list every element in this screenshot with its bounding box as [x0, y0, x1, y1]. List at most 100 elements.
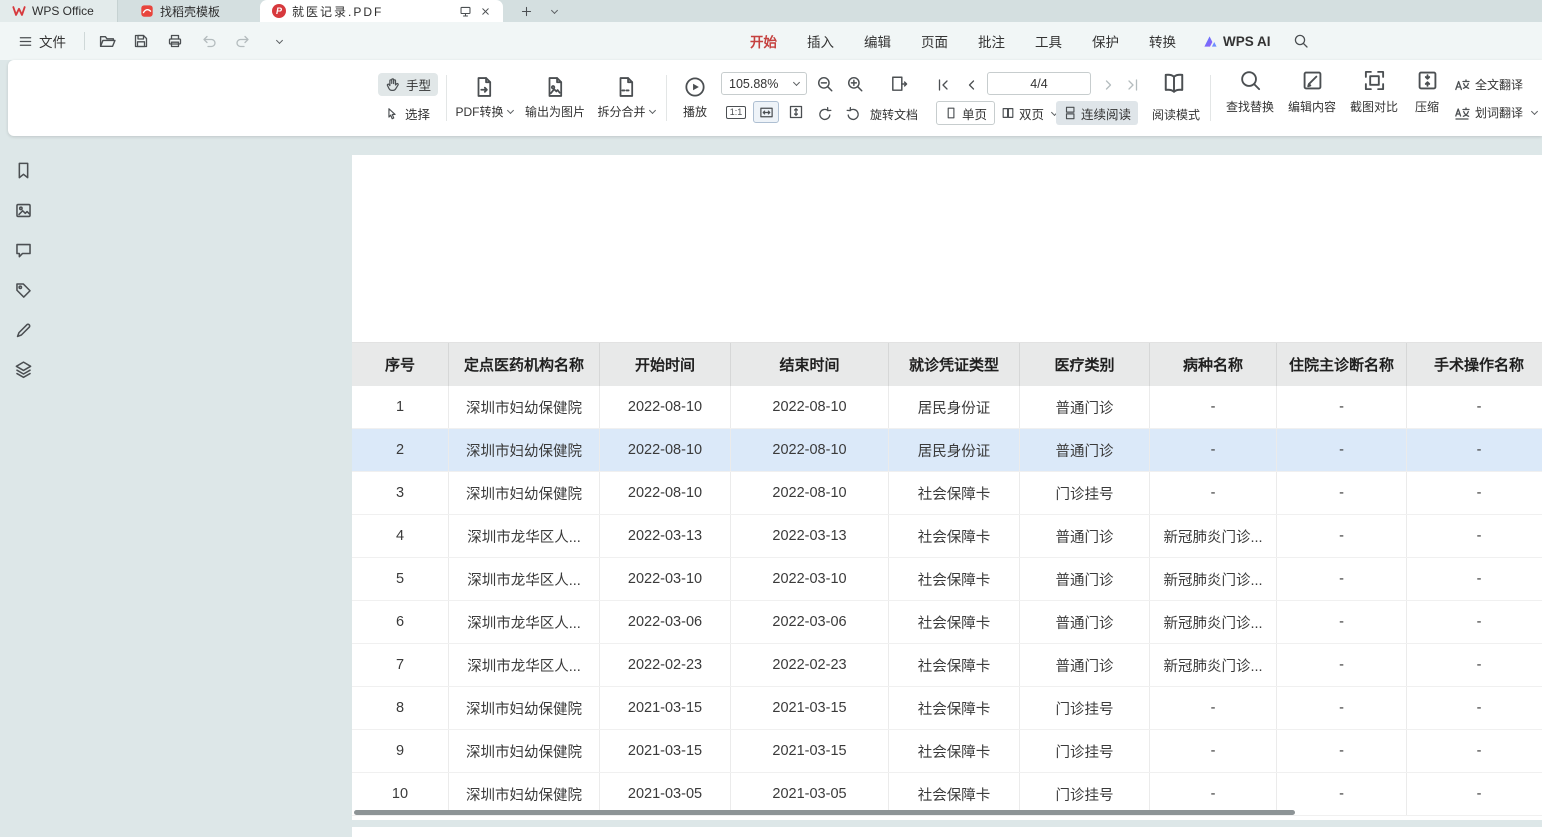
double-page-button[interactable]: 双页 [994, 101, 1064, 125]
table-cell: 普通门诊 [1020, 515, 1150, 557]
table-cell: 新冠肺炎门诊... [1150, 515, 1277, 557]
page-extract-button[interactable] [888, 73, 910, 95]
rotate-doc-label[interactable]: 旋转文档 [870, 106, 918, 123]
table-cell: 深圳市龙华区人... [449, 515, 600, 557]
table-row[interactable]: 3深圳市妇幼保健院2022-08-102022-08-10社会保障卡门诊挂号--… [352, 472, 1542, 515]
read-mode-label[interactable]: 阅读模式 [1148, 106, 1204, 123]
word-translate-button[interactable]: 划词翻译 [1454, 104, 1537, 121]
previous-page-button[interactable] [961, 74, 983, 96]
menu-tab[interactable]: 编辑 [849, 26, 906, 56]
table-row[interactable]: 1深圳市妇幼保健院2022-08-102022-08-10居民身份证普通门诊--… [352, 386, 1542, 429]
fit-width-button[interactable] [753, 101, 779, 123]
wps-ai-label: WPS AI [1223, 34, 1271, 49]
tab-document-label: 就医记录.PDF [292, 3, 383, 20]
comment-panel-button[interactable] [14, 241, 34, 261]
table-cell: 深圳市妇幼保健院 [449, 472, 600, 514]
tab-docer[interactable]: 找稻壳模板 [128, 0, 254, 22]
table-row[interactable]: 6深圳市龙华区人...2022-03-062022-03-06社会保障卡普通门诊… [352, 601, 1542, 644]
monitor-icon[interactable] [459, 5, 472, 18]
tab-list-button[interactable] [541, 0, 563, 22]
rotate-right-button[interactable] [842, 103, 864, 125]
select-tool-button[interactable]: 选择 [378, 102, 438, 125]
first-page-button[interactable] [933, 74, 955, 96]
menu-tab[interactable]: 保护 [1077, 26, 1134, 56]
file-menu-button[interactable]: 文件 [10, 27, 74, 55]
table-header-cell: 住院主诊断名称 [1277, 343, 1407, 386]
menu-tab[interactable]: 工具 [1020, 26, 1077, 56]
new-tab-button[interactable] [515, 0, 537, 22]
export-image-button[interactable]: 输出为图片 [519, 69, 591, 127]
close-tab-icon[interactable] [480, 6, 491, 17]
table-row[interactable]: 8深圳市妇幼保健院2021-03-152021-03-15社会保障卡门诊挂号--… [352, 687, 1542, 730]
chevron-down-icon [506, 107, 513, 114]
single-page-button[interactable]: 单页 [936, 101, 995, 125]
annotate-panel-button[interactable] [14, 321, 34, 341]
redo-button[interactable] [231, 29, 255, 53]
divider [84, 32, 85, 50]
play-button[interactable]: 播放 [671, 69, 719, 127]
hand-tool-button[interactable]: 手型 [378, 73, 438, 96]
table-cell: 社会保障卡 [889, 773, 1020, 815]
nav-next-icon [1100, 77, 1116, 93]
quick-access-dropdown[interactable] [265, 29, 289, 53]
print-button[interactable] [163, 29, 187, 53]
rotate-left-button[interactable] [814, 103, 836, 125]
word-translate-icon [1454, 105, 1470, 121]
menu-tab[interactable]: 页面 [906, 26, 963, 56]
table-row[interactable]: 9深圳市妇幼保健院2021-03-152021-03-15社会保障卡门诊挂号--… [352, 730, 1542, 773]
menu-tab[interactable]: 插入 [792, 26, 849, 56]
table-row[interactable]: 5深圳市龙华区人...2022-03-102022-03-10社会保障卡普通门诊… [352, 558, 1542, 601]
menu-tab[interactable]: 开始 [735, 26, 792, 56]
save-button[interactable] [129, 29, 153, 53]
next-page-button[interactable] [1097, 74, 1119, 96]
tab-document[interactable]: P 就医记录.PDF [260, 0, 503, 22]
zoom-out-button[interactable] [814, 73, 836, 95]
table-cell: - [1407, 515, 1542, 557]
wps-ai-button[interactable]: WPS AI [1191, 29, 1283, 54]
read-mode-button[interactable] [1160, 70, 1188, 96]
screenshot-compare-button[interactable]: 截图对比 [1344, 69, 1404, 115]
zoom-in-button[interactable] [844, 73, 866, 95]
edit-content-button[interactable]: 编辑内容 [1282, 69, 1342, 115]
menu-tab[interactable]: 转换 [1134, 26, 1191, 56]
table-cell: - [1407, 386, 1542, 428]
horizontal-scrollbar[interactable] [354, 810, 1295, 815]
split-merge-button[interactable]: 拆分合并 [593, 69, 659, 127]
open-file-button[interactable] [95, 29, 119, 53]
full-translate-button[interactable]: 全文翻译 [1454, 76, 1523, 93]
table-row[interactable]: 2深圳市妇幼保健院2022-08-102022-08-10居民身份证普通门诊--… [352, 429, 1542, 472]
table-cell: 普通门诊 [1020, 601, 1150, 643]
table-cell: 9 [352, 730, 449, 772]
print-icon [167, 33, 183, 49]
zoom-level-select[interactable]: 105.88% [721, 72, 807, 95]
bookmark-panel-button[interactable] [14, 161, 34, 181]
fit-page-icon [788, 104, 804, 120]
pdf-convert-button[interactable]: PDF转换 [451, 69, 517, 127]
table-cell: 1 [352, 386, 449, 428]
table-row[interactable]: 4深圳市龙华区人...2022-03-132022-03-13社会保障卡普通门诊… [352, 515, 1542, 558]
actual-size-button[interactable]: 1:1 [723, 101, 749, 123]
find-replace-button[interactable]: 查找替换 [1220, 69, 1280, 115]
last-page-button[interactable] [1121, 74, 1143, 96]
tab-wps-office[interactable]: WPS Office [0, 0, 118, 22]
continuous-read-button[interactable]: 连续阅读 [1056, 101, 1138, 125]
table-cell: - [1407, 687, 1542, 729]
page-indicator: 4/4 [1030, 77, 1047, 91]
layers-panel-button[interactable] [14, 360, 34, 380]
page-number-input[interactable]: 4/4 [987, 72, 1091, 95]
actual-size-icon: 1:1 [726, 106, 746, 119]
nav-last-icon [1124, 77, 1140, 93]
table-cell: 门诊挂号 [1020, 730, 1150, 772]
tag-panel-button[interactable] [14, 281, 34, 301]
search-button[interactable] [1289, 29, 1313, 53]
thumbnail-panel-button[interactable] [14, 201, 34, 221]
layers-icon [14, 360, 33, 379]
menu-tab[interactable]: 批注 [963, 26, 1020, 56]
table-cell: 2021-03-15 [600, 687, 731, 729]
table-row[interactable]: 7深圳市龙华区人...2022-02-232022-02-23社会保障卡普通门诊… [352, 644, 1542, 687]
fit-page-button[interactable] [783, 101, 809, 123]
compress-button[interactable]: 压缩 [1404, 69, 1450, 115]
table-cell: 2022-03-10 [600, 558, 731, 600]
table-cell: - [1407, 472, 1542, 514]
undo-button[interactable] [197, 29, 221, 53]
